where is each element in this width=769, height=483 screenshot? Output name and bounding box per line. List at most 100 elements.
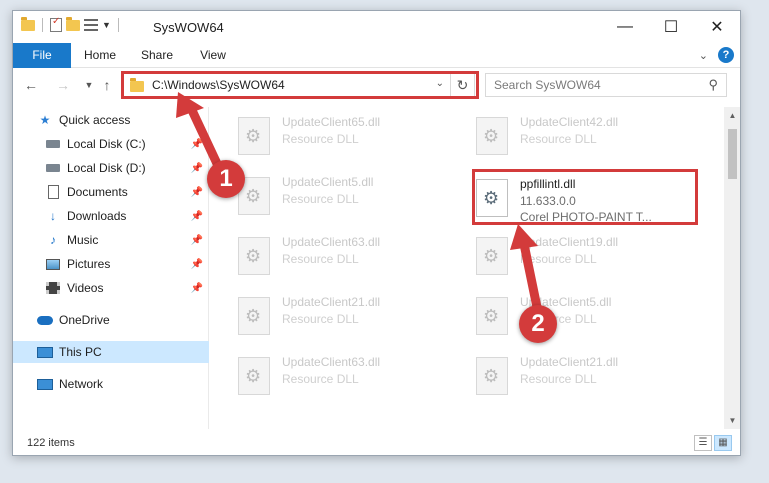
sidebar-item-label: This PC [59, 345, 102, 359]
videos-icon [45, 280, 61, 296]
sidebar-item-network[interactable]: Network [13, 373, 209, 395]
scrollbar-thumb[interactable] [728, 129, 737, 179]
large-icons-view-icon[interactable]: ▦ [714, 435, 732, 451]
file-description: Resource DLL [282, 192, 359, 206]
dll-file-icon [238, 357, 270, 395]
expand-ribbon-icon[interactable]: ⌄ [699, 49, 708, 62]
music-icon: ♪ [50, 233, 56, 247]
tab-file[interactable]: File [13, 43, 71, 68]
sidebar-item-label: Downloads [67, 209, 127, 223]
file-list: UpdateClient65.dll Resource DLL UpdateCl… [210, 107, 724, 429]
search-box[interactable]: ⚲ [485, 73, 727, 97]
customize-view-icon[interactable] [84, 19, 98, 31]
sidebar-item-label: Videos [67, 281, 104, 295]
file-item[interactable]: UpdateClient21.dll Resource DLL [210, 287, 420, 343]
file-name: UpdateClient21.dll [282, 295, 381, 309]
onedrive-icon [37, 312, 53, 328]
pictures-icon [45, 256, 61, 272]
sidebar-item-label: Music [67, 233, 99, 247]
sidebar-item-onedrive[interactable]: OneDrive [13, 309, 209, 331]
forward-button[interactable]: → [53, 75, 73, 95]
tab-home[interactable]: Home [75, 43, 125, 68]
sidebar-item-label: Quick access [59, 113, 131, 127]
navigation-bar: ← → ▼ ↑ C:\Windows\SysWOW64 ⌄ ↻ ⚲ [13, 69, 740, 101]
sidebar-item-local-disk-d[interactable]: Local Disk (D:) 📌 [13, 157, 209, 179]
file-item[interactable]: UpdateClient65.dll Resource DLL [210, 107, 420, 163]
sidebar-item-label: Network [59, 377, 104, 391]
dll-file-icon [238, 297, 270, 335]
back-button[interactable]: ← [21, 75, 41, 95]
file-item[interactable]: UpdateClient63.dll Resource DLL [210, 347, 420, 403]
file-item[interactable]: UpdateClient19.dll Resource DLL [448, 227, 658, 283]
pin-icon[interactable]: 📌 [191, 283, 203, 294]
file-description: Resource DLL [282, 132, 359, 146]
sidebar-item-label: Local Disk (C:) [67, 137, 146, 151]
sidebar-item-this-pc[interactable]: This PC [13, 341, 209, 363]
sidebar-item-quick-access[interactable]: ★ Quick access [13, 109, 209, 131]
file-description: Resource DLL [282, 252, 359, 266]
address-highlight-box [121, 71, 479, 99]
file-description: Resource DLL [520, 372, 597, 386]
pin-icon[interactable]: 📌 [191, 187, 203, 198]
up-button[interactable]: ↑ [97, 75, 117, 95]
tab-view[interactable]: View [189, 43, 237, 68]
ribbon: File Home Share View ⌄ ? [13, 43, 740, 68]
quick-access-toolbar: ▼ [21, 16, 122, 32]
title-bar: ▼ SysWOW64 — ☐ ✕ [13, 11, 740, 43]
network-icon [37, 376, 53, 392]
star-icon: ★ [39, 113, 51, 127]
sidebar-item-documents[interactable]: Documents 📌 [13, 181, 209, 203]
file-description: Resource DLL [282, 372, 359, 386]
file-item[interactable]: UpdateClient63.dll Resource DLL [210, 227, 420, 283]
new-folder-icon[interactable] [66, 16, 80, 31]
search-input[interactable] [494, 77, 694, 93]
dll-file-icon [476, 357, 508, 395]
file-highlight-box [472, 169, 698, 225]
pin-icon[interactable]: 📌 [191, 259, 203, 270]
file-item[interactable]: UpdateClient42.dll Resource DLL [448, 107, 658, 163]
sidebar-item-label: Local Disk (D:) [67, 161, 146, 175]
close-button[interactable]: ✕ [694, 11, 740, 43]
explorer-window: ▼ SysWOW64 — ☐ ✕ File Home Share View ⌄ … [12, 10, 741, 456]
drive-icon [45, 160, 61, 176]
sidebar-item-pictures[interactable]: Pictures 📌 [13, 253, 209, 275]
file-description: Resource DLL [520, 132, 597, 146]
view-buttons: ☰ ▦ [694, 435, 732, 451]
sidebar-item-label: OneDrive [59, 313, 110, 327]
help-icon[interactable]: ? [718, 47, 734, 63]
vertical-scrollbar[interactable]: ▲ ▼ [724, 107, 740, 429]
sidebar-item-videos[interactable]: Videos 📌 [13, 277, 209, 299]
maximize-button[interactable]: ☐ [648, 11, 694, 43]
folder-icon[interactable] [21, 16, 35, 31]
minimize-button[interactable]: — [602, 11, 648, 43]
pin-icon[interactable]: 📌 [191, 211, 203, 222]
tab-share[interactable]: Share [133, 43, 181, 68]
pin-icon[interactable]: 📌 [191, 139, 203, 150]
sidebar-item-label: Pictures [67, 257, 111, 271]
dll-file-icon [476, 297, 508, 335]
details-view-icon[interactable]: ☰ [694, 435, 712, 451]
download-icon: ↓ [50, 209, 56, 223]
qat-dropdown-icon[interactable]: ▼ [102, 20, 111, 30]
toolbar-separator [42, 18, 43, 32]
sidebar-item-local-disk-c[interactable]: Local Disk (C:) 📌 [13, 133, 209, 155]
scroll-up-icon[interactable]: ▲ [724, 107, 740, 124]
item-count: 122 items [27, 437, 75, 449]
pin-icon[interactable]: 📌 [191, 235, 203, 246]
ribbon-right-controls: ⌄ ? [699, 47, 734, 63]
file-name: UpdateClient63.dll [282, 235, 381, 249]
file-name: UpdateClient63.dll [282, 355, 381, 369]
dll-file-icon [238, 117, 270, 155]
sidebar-item-music[interactable]: ♪ Music 📌 [13, 229, 209, 251]
scroll-down-icon[interactable]: ▼ [724, 412, 740, 429]
file-name: UpdateClient21.dll [520, 355, 619, 369]
dll-file-icon [476, 237, 508, 275]
properties-icon[interactable] [50, 16, 62, 32]
pin-icon[interactable]: 📌 [191, 163, 203, 174]
status-bar: 122 items ☰ ▦ [13, 431, 740, 455]
sidebar-item-downloads[interactable]: ↓ Downloads 📌 [13, 205, 209, 227]
file-item[interactable]: UpdateClient21.dll Resource DLL [448, 347, 658, 403]
recent-locations-button[interactable]: ▼ [79, 75, 99, 95]
sidebar-item-label: Documents [67, 185, 128, 199]
search-icon[interactable]: ⚲ [708, 77, 718, 93]
